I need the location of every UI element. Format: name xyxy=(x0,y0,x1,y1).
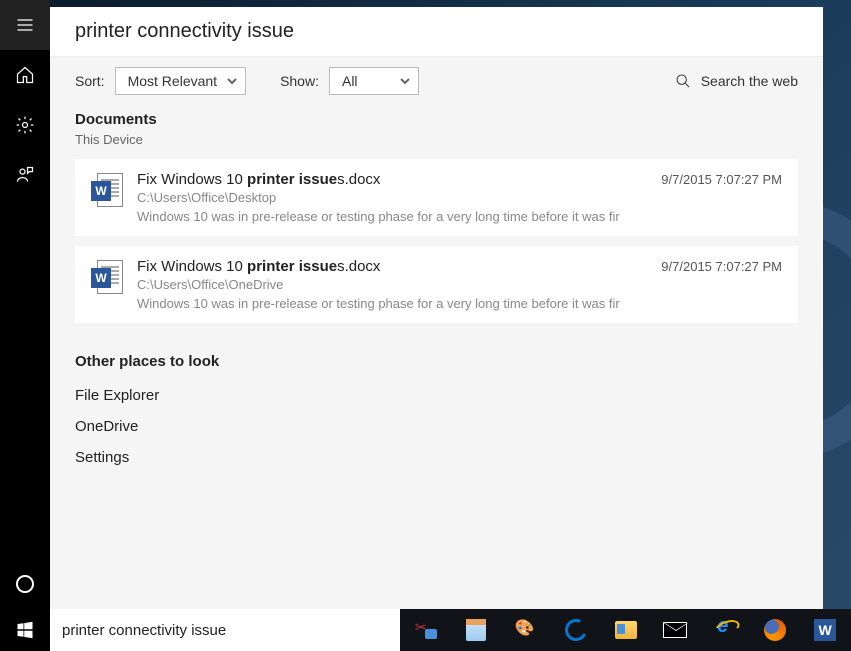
result-item[interactable]: W Fix Windows 10 printer issues.docx 9/7… xyxy=(75,159,798,236)
person-feedback-icon xyxy=(15,165,35,185)
cortana-left-rail xyxy=(0,0,50,651)
firefox-icon xyxy=(764,619,786,641)
sort-select[interactable]: Most Relevant xyxy=(115,67,246,95)
taskbar-firefox[interactable] xyxy=(757,609,793,651)
envelope-icon xyxy=(663,622,687,638)
search-the-web-link[interactable]: Search the web xyxy=(675,73,798,89)
hamburger-icon xyxy=(15,15,35,35)
result-title: Fix Windows 10 printer issues.docx xyxy=(137,171,380,188)
scissors-icon xyxy=(415,621,437,639)
search-web-label: Search the web xyxy=(701,73,798,89)
word-icon: W xyxy=(814,619,836,641)
taskbar-paint[interactable] xyxy=(508,609,544,651)
start-button[interactable] xyxy=(0,609,50,651)
word-document-icon: W xyxy=(91,173,123,213)
results-area: Documents This Device W Fix Windows 10 p… xyxy=(50,105,823,609)
taskbar-notepad[interactable] xyxy=(458,609,494,651)
taskbar-search-box[interactable] xyxy=(50,609,400,651)
windows-logo-icon xyxy=(16,621,34,639)
search-results-panel: printer connectivity issue Sort: Most Re… xyxy=(50,7,823,609)
search-query-title: printer connectivity issue xyxy=(75,20,294,43)
taskbar-snipping-tool[interactable] xyxy=(408,609,444,651)
taskbar-word[interactable]: W xyxy=(807,609,843,651)
other-link-onedrive[interactable]: OneDrive xyxy=(75,411,798,442)
home-icon xyxy=(15,65,35,85)
result-snippet: Windows 10 was in pre-release or testing… xyxy=(137,209,782,224)
taskbar-edge[interactable] xyxy=(558,609,594,651)
edge-icon xyxy=(562,616,590,644)
result-path: C:\Users\Office\OneDrive xyxy=(137,277,782,292)
palette-icon xyxy=(515,620,537,640)
result-snippet: Windows 10 was in pre-release or testing… xyxy=(137,296,782,311)
taskbar: W xyxy=(400,609,851,651)
result-item[interactable]: W Fix Windows 10 printer issues.docx 9/7… xyxy=(75,246,798,323)
documents-scope: This Device xyxy=(75,132,798,147)
gear-icon xyxy=(15,115,35,135)
ie-icon xyxy=(714,619,736,641)
taskbar-file-explorer[interactable] xyxy=(608,609,644,651)
search-header: printer connectivity issue xyxy=(50,7,823,57)
feedback-button[interactable] xyxy=(0,150,50,200)
show-select[interactable]: All xyxy=(329,67,419,95)
folder-icon xyxy=(615,621,637,639)
other-places-heading: Other places to look xyxy=(75,353,798,370)
result-path: C:\Users\Office\Desktop xyxy=(137,190,782,205)
chevron-down-icon xyxy=(400,73,410,89)
result-title: Fix Windows 10 printer issues.docx xyxy=(137,258,380,275)
chevron-down-icon xyxy=(227,73,237,89)
show-label: Show: xyxy=(280,73,319,89)
documents-heading: Documents xyxy=(75,111,798,128)
settings-button[interactable] xyxy=(0,100,50,150)
sort-value: Most Relevant xyxy=(128,73,217,89)
home-button[interactable] xyxy=(0,50,50,100)
other-link-file-explorer[interactable]: File Explorer xyxy=(75,380,798,411)
search-icon xyxy=(675,73,691,89)
notepad-icon xyxy=(466,619,486,641)
taskbar-internet-explorer[interactable] xyxy=(707,609,743,651)
word-document-icon: W xyxy=(91,260,123,300)
hamburger-menu-button[interactable] xyxy=(0,0,50,50)
other-link-settings[interactable]: Settings xyxy=(75,442,798,473)
sort-label: Sort: xyxy=(75,73,105,89)
cortana-ring-icon xyxy=(16,575,34,593)
result-date: 9/7/2015 7:07:27 PM xyxy=(661,259,782,274)
filter-bar: Sort: Most Relevant Show: All Search the… xyxy=(50,57,823,105)
result-date: 9/7/2015 7:07:27 PM xyxy=(661,172,782,187)
taskbar-mail[interactable] xyxy=(657,609,693,651)
show-value: All xyxy=(342,73,358,89)
search-input[interactable] xyxy=(62,622,388,639)
cortana-button[interactable] xyxy=(0,559,50,609)
